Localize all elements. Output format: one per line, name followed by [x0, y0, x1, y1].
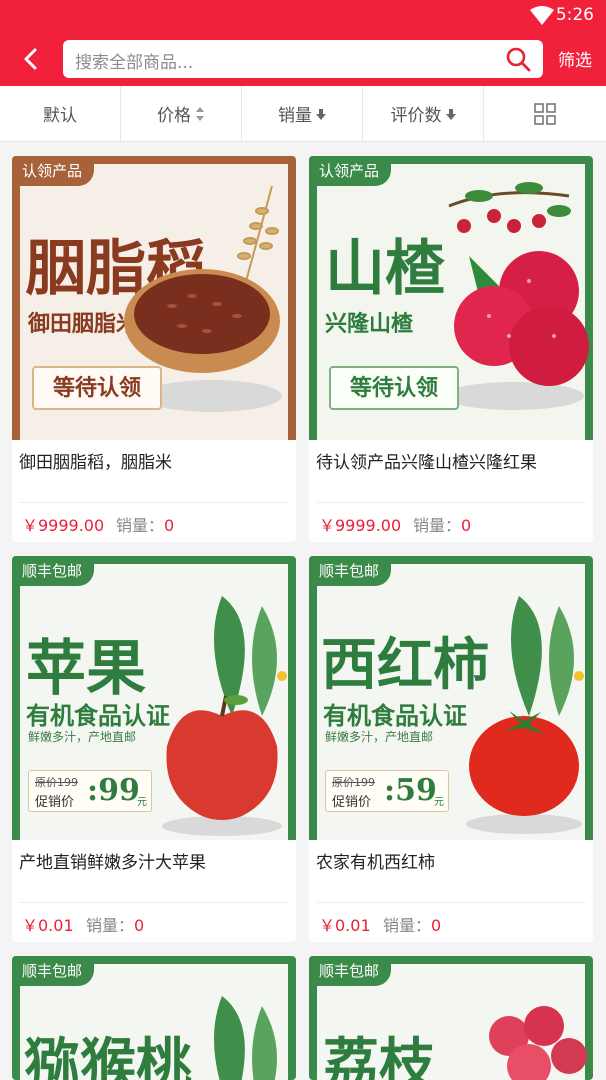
poster-note: 鲜嫩多汁，产地直邮 [28, 730, 137, 744]
card-divider [316, 902, 586, 903]
sort-default-label: 默认 [43, 106, 77, 126]
card-divider [19, 502, 289, 503]
product-name: 待认领产品兴隆山楂兴隆红果 [316, 453, 537, 473]
product-card[interactable]: 顺丰包邮 西红柿 有机食品认证 鲜嫩多汁，产地直邮 原价199 促销价 :59 … [309, 556, 593, 942]
sort-rating-label: 评价数 [390, 106, 442, 126]
search-input[interactable]: 搜索全部商品... [63, 40, 543, 78]
status-bar: 5:26 [0, 0, 606, 34]
product-card[interactable]: 顺丰包邮 猕猴桃 [12, 956, 296, 1080]
product-price: ￥9999.00 [22, 516, 105, 535]
promo-unit: 元 [137, 797, 147, 808]
product-name: 产地直销鲜嫩多汁大苹果 [19, 853, 206, 873]
product-tag: 顺丰包邮 [309, 556, 392, 586]
product-sales: 销量：0 [413, 516, 472, 535]
sort-down-icon [445, 108, 456, 120]
product-name: 农家有机西红柿 [316, 853, 435, 873]
product-tag: 顺丰包邮 [12, 956, 95, 986]
product-card[interactable]: 认领产品 胭脂稻 御田胭脂米 等待认领 御田胭脂稻，胭脂米 ￥9999.00 销… [12, 156, 296, 542]
search-placeholder: 搜索全部商品... [75, 53, 194, 73]
product-price: ￥9999.00 [319, 516, 402, 535]
sort-price-label: 价格 [157, 106, 191, 126]
promo-unit: 元 [434, 797, 444, 808]
product-price: ￥0.01 [319, 916, 371, 935]
sort-sales-label: 销量 [278, 106, 312, 126]
promo-label: 促销价 [35, 795, 75, 810]
product-sales: 销量：0 [86, 916, 145, 935]
promo-price: :59 [384, 773, 437, 808]
search-icon[interactable] [505, 46, 531, 72]
product-tag: 顺丰包邮 [309, 956, 392, 986]
poster-badge: 等待认领 [329, 366, 459, 410]
original-price: 原价199 [35, 776, 78, 789]
tomato-illustration [466, 711, 582, 834]
card-divider [316, 502, 586, 503]
poster-subtitle: 有机食品认证 [323, 701, 467, 730]
product-image: 顺丰包邮 荔枝 [309, 956, 593, 1080]
product-price: ￥0.01 [22, 916, 74, 935]
original-price: 原价199 [332, 776, 375, 789]
promo-box: 原价199 促销价 :59 元 [325, 770, 449, 812]
sort-sales[interactable]: 销量 [242, 86, 363, 141]
product-image: 认领产品 山楂 兴隆山楂 等待认领 [309, 156, 593, 440]
product-image: 顺丰包邮 猕猴桃 [12, 956, 296, 1080]
sort-price[interactable]: 价格 [121, 86, 242, 141]
sort-down-icon [316, 108, 326, 120]
promo-price: :99 [87, 773, 140, 808]
poster-badge: 等待认领 [32, 366, 162, 410]
product-image: 顺丰包邮 西红柿 有机食品认证 鲜嫩多汁，产地直邮 原价199 促销价 :59 … [309, 556, 593, 840]
promo-label: 促销价 [332, 795, 372, 810]
promo-box: 原价199 促销价 :99 元 [28, 770, 152, 812]
product-tag: 顺丰包邮 [12, 556, 95, 586]
product-tag: 认领产品 [12, 156, 95, 186]
grid-view-icon [534, 102, 556, 125]
back-arrow-icon[interactable] [18, 46, 44, 72]
product-name: 御田胭脂稻，胭脂米 [19, 453, 172, 473]
product-sales: 销量：0 [383, 916, 442, 935]
sort-rating[interactable]: 评价数 [363, 86, 484, 141]
app-header: 5:26 搜索全部商品... 筛选 [0, 0, 606, 86]
product-sales: 销量：0 [116, 516, 175, 535]
clock: 5:26 [555, 5, 594, 25]
product-card[interactable]: 认领产品 山楂 兴隆山楂 等待认领 待认领产品兴隆山楂兴隆红果 ￥9999.00… [309, 156, 593, 542]
view-toggle[interactable] [484, 86, 606, 141]
apple-illustration [162, 695, 282, 836]
sort-arrows-icon [196, 106, 204, 121]
sort-bar: 默认 价格 销量 评价数 [0, 86, 606, 142]
lychee-illustration [489, 1006, 587, 1080]
poster-title: 苹果 [26, 634, 146, 704]
wifi-icon [530, 6, 554, 25]
filter-button[interactable]: 筛选 [558, 46, 592, 71]
product-card[interactable]: 顺丰包邮 荔枝 [309, 956, 593, 1080]
poster-subtitle: 兴隆山楂 [325, 311, 414, 337]
poster-title: 荔枝 [323, 1032, 435, 1080]
leaves-decoration [214, 996, 277, 1080]
card-divider [19, 902, 289, 903]
sort-default[interactable]: 默认 [0, 86, 121, 141]
poster-note: 鲜嫩多汁，产地直邮 [325, 730, 434, 744]
product-image: 认领产品 胭脂稻 御田胭脂米 等待认领 [12, 156, 296, 440]
product-tag: 认领产品 [309, 156, 392, 186]
product-image: 顺丰包邮 苹果 有机食品认证 鲜嫩多汁，产地直邮 原价199 促销价 :99 元 [12, 556, 296, 840]
poster-title: 猕猴桃 [24, 1032, 192, 1080]
poster-subtitle: 有机食品认证 [26, 701, 170, 730]
product-card[interactable]: 顺丰包邮 苹果 有机食品认证 鲜嫩多汁，产地直邮 原价199 促销价 :99 元 [12, 556, 296, 942]
